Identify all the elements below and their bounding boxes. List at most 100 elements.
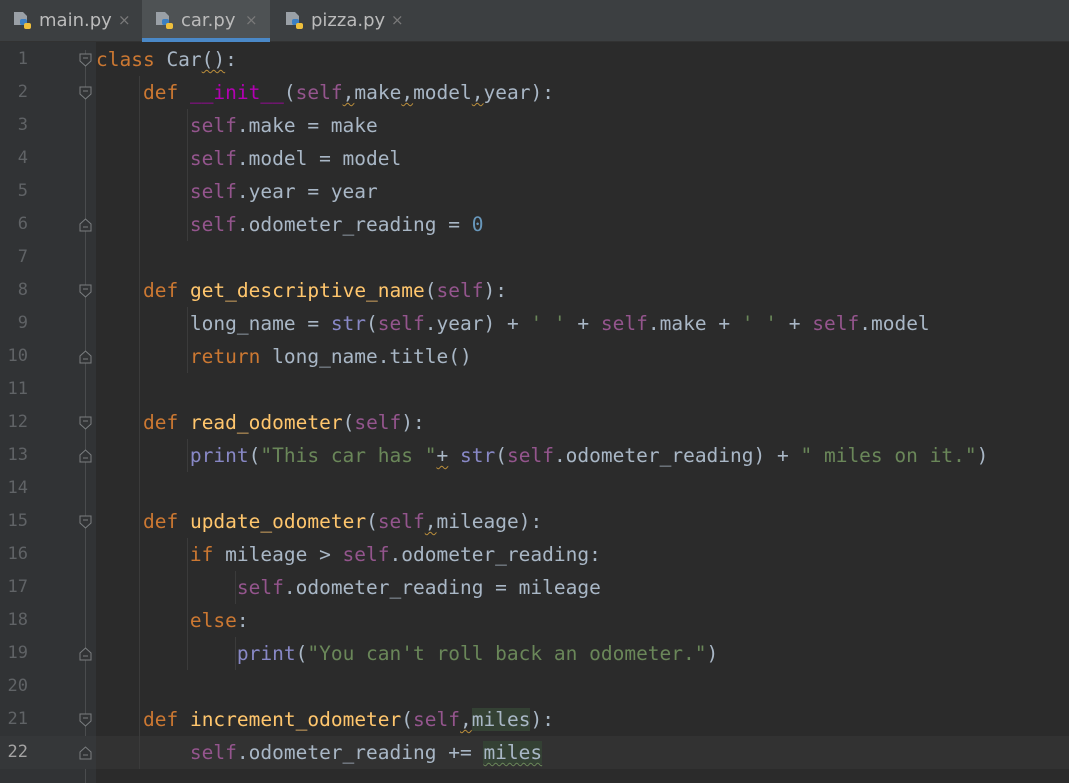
code-token: self [189, 213, 237, 236]
fold-marker-icon[interactable] [79, 86, 92, 100]
line-number: 14 [7, 478, 28, 498]
code-token: ): [401, 411, 425, 434]
code-line[interactable]: return long_name.title() [96, 340, 472, 373]
fold-marker-icon[interactable] [79, 416, 92, 430]
code-line[interactable]: else: [96, 604, 249, 637]
fold-marker-icon[interactable] [79, 53, 92, 67]
code-token: class [96, 48, 155, 71]
fold-marker-icon[interactable] [79, 515, 92, 529]
code-token: year): [483, 81, 554, 104]
fold-marker-icon[interactable] [79, 647, 92, 661]
code-token: long_name = [96, 312, 331, 335]
line-number: 21 [7, 709, 28, 729]
code-token: .odometer_reading = [236, 213, 472, 236]
code-line[interactable]: self.year = year [96, 175, 378, 208]
code-line[interactable]: def __init__(self,make,model,year): [96, 76, 554, 109]
code-token: str [330, 312, 367, 335]
line-number: 12 [7, 412, 28, 432]
code-token: self [342, 543, 390, 566]
code-token: ( [342, 411, 355, 434]
python-file-icon [14, 12, 31, 29]
fold-marker-icon[interactable] [79, 746, 92, 760]
code-line[interactable]: print("You can't roll back an odometer."… [96, 637, 718, 670]
fold-marker-icon[interactable] [79, 449, 92, 463]
python-file-icon [156, 12, 173, 29]
code-token: .year = year [236, 180, 378, 203]
code-token: ): [530, 708, 554, 731]
close-icon[interactable]: × [118, 11, 131, 29]
code-token: ( [283, 81, 296, 104]
code-line[interactable]: self.model = model [96, 142, 401, 175]
code-token: self [600, 312, 648, 335]
tab-car-py[interactable]: car.py × [142, 0, 270, 42]
code-token: mileage): [436, 510, 543, 533]
code-token: , [460, 708, 472, 731]
code-token: .odometer_reading: [389, 543, 601, 566]
code-line[interactable]: self.odometer_reading += miles [96, 736, 543, 769]
code-line[interactable]: def update_odometer(self,mileage): [96, 505, 542, 538]
code-line[interactable]: def increment_odometer(self,miles): [96, 703, 554, 736]
code-token: , [401, 81, 414, 104]
code-token: ( [495, 444, 507, 467]
code-token: self [436, 279, 484, 302]
code-line[interactable]: def get_descriptive_name(self): [96, 274, 507, 307]
code-token: read_odometer [189, 411, 343, 434]
fold-marker-icon[interactable] [79, 218, 92, 232]
code-token: ( [424, 279, 437, 302]
close-icon[interactable]: × [245, 11, 258, 29]
editor-tab-bar: main.py × car.py × pizza.py × [0, 0, 1069, 42]
line-number: 13 [7, 445, 28, 465]
code-token: .odometer_reading = mileage [283, 576, 601, 599]
code-line[interactable]: self.odometer_reading = 0 [96, 208, 484, 241]
code-token: .make = make [236, 114, 378, 137]
close-icon[interactable]: × [391, 11, 404, 29]
code-token: , [424, 510, 437, 533]
code-token: print [189, 444, 249, 467]
line-number: 22 [7, 742, 28, 762]
code-token: self [506, 444, 554, 467]
code-editor[interactable]: 1 2 3 4 5 6 7 8 9 10 11 12 13 14 15 16 17 18 19 20 21 22 clas… [0, 42, 1069, 783]
code-token: "This car has " [260, 444, 437, 467]
code-token: .model = model [236, 147, 402, 170]
code-line[interactable]: print("This car has "+ str(self.odometer… [96, 439, 988, 472]
code-token: : [236, 609, 249, 632]
tab-pizza-py[interactable]: pizza.py × [272, 0, 420, 42]
code-token: model [413, 81, 472, 104]
code-line[interactable]: self.make = make [96, 109, 378, 142]
tab-main-py[interactable]: main.py × [0, 0, 141, 42]
code-token: + [565, 312, 601, 335]
code-token: str [459, 444, 496, 467]
line-number: 11 [7, 379, 28, 399]
line-number: 20 [7, 676, 28, 696]
code-token: update_odometer [189, 510, 367, 533]
fold-marker-icon[interactable] [79, 713, 92, 727]
code-token: make [354, 81, 402, 104]
code-token: increment_odometer [189, 708, 402, 731]
code-line[interactable]: class Car(): [96, 43, 237, 76]
code-token: self [189, 147, 237, 170]
code-line[interactable]: def read_odometer(self): [96, 406, 425, 439]
tab-label: pizza.py [311, 10, 386, 31]
fold-marker-icon[interactable] [79, 284, 92, 298]
code-token: Car [154, 48, 202, 71]
code-token: self [354, 411, 402, 434]
code-line[interactable]: long_name = str(self.year) + ' ' + self.… [96, 307, 930, 340]
code-token: print [236, 642, 296, 665]
line-number: 18 [7, 610, 28, 630]
code-line[interactable]: self.odometer_reading = mileage [96, 571, 601, 604]
code-token: def [142, 510, 179, 533]
fold-marker-icon[interactable] [79, 350, 92, 364]
code-line[interactable]: if mileage > self.odometer_reading: [96, 538, 601, 571]
line-number: 3 [17, 115, 28, 135]
